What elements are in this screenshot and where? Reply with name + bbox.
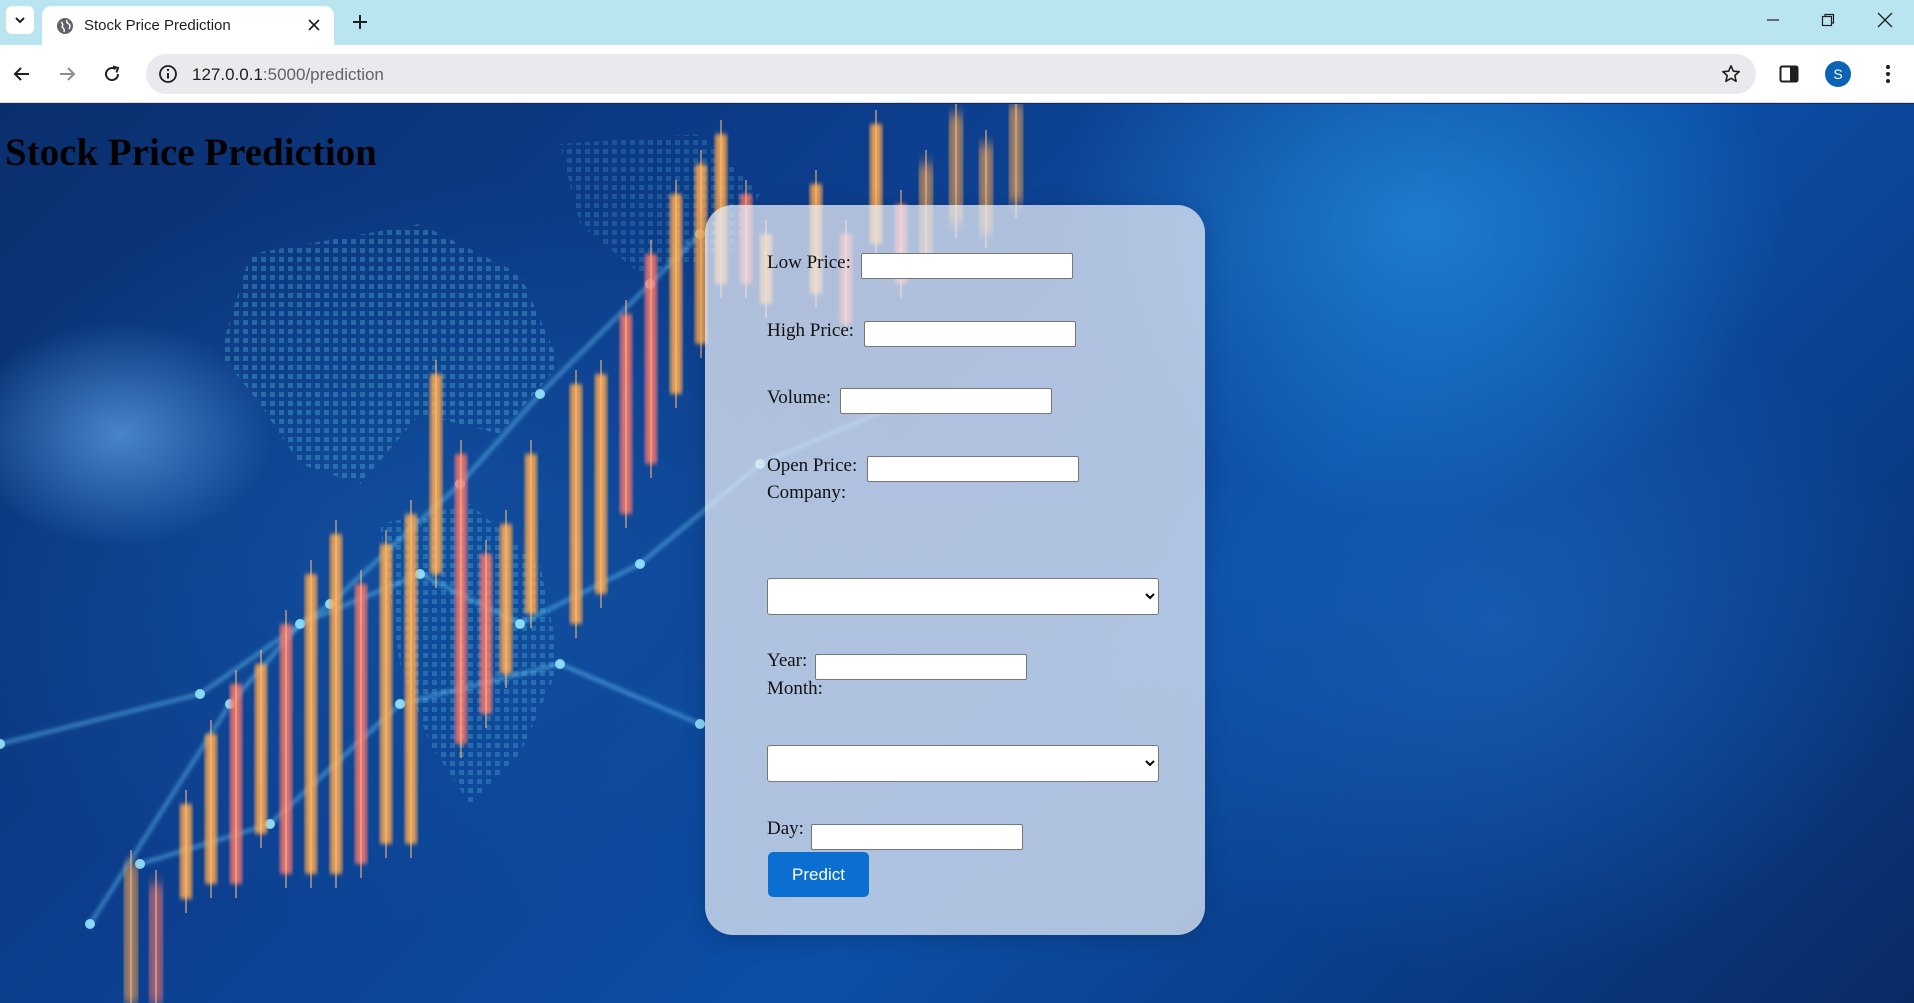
globe-icon <box>57 18 73 34</box>
trend-point <box>85 919 95 929</box>
reload-button[interactable] <box>96 58 128 90</box>
year-label: Year: <box>767 650 808 671</box>
forward-button[interactable] <box>51 58 83 90</box>
volume-input[interactable] <box>840 388 1052 414</box>
day-label: Day: <box>767 818 804 839</box>
low-price-label: Low Price: <box>767 252 851 273</box>
back-button[interactable] <box>6 58 38 90</box>
close-icon <box>1877 12 1893 28</box>
more-vertical-icon <box>1886 65 1890 83</box>
chevron-down-icon <box>15 17 25 24</box>
low-price-input[interactable] <box>861 253 1073 279</box>
close-tab-button[interactable] <box>304 15 324 35</box>
high-price-label: High Price: <box>767 320 855 341</box>
open-price-label: Open Price: <box>767 455 858 476</box>
profile-avatar[interactable]: S <box>1825 61 1851 87</box>
star-icon <box>1722 65 1740 83</box>
year-input[interactable] <box>815 654 1027 680</box>
trend-point <box>395 699 405 709</box>
tab-search-button[interactable] <box>6 6 34 34</box>
new-tab-button[interactable] <box>344 8 376 36</box>
url-text: 127.0.0.1:5000/prediction <box>192 65 384 85</box>
restore-button[interactable] <box>1808 4 1848 36</box>
address-bar[interactable]: 127.0.0.1:5000/prediction <box>146 54 1756 94</box>
trend-point <box>0 739 5 749</box>
minimize-icon <box>1767 19 1779 21</box>
trend-point <box>635 559 645 569</box>
reload-icon <box>105 65 120 82</box>
trend-point <box>695 719 705 729</box>
company-label: Company: <box>767 482 847 503</box>
predict-button[interactable]: Predict <box>768 852 869 897</box>
url-path: :5000/prediction <box>262 65 384 84</box>
active-tab[interactable]: Stock Price Prediction <box>42 6 334 45</box>
site-info-button[interactable] <box>156 62 180 86</box>
minimize-button[interactable] <box>1753 4 1793 36</box>
trend-point <box>515 619 525 629</box>
page-title: Stock Price Prediction <box>5 131 377 174</box>
url-host: 127.0.0.1 <box>192 65 263 84</box>
tab-strip: Stock Price Prediction <box>0 0 1914 45</box>
trend-point <box>535 389 545 399</box>
month-select[interactable] <box>767 745 1159 782</box>
close-window-button[interactable] <box>1865 4 1905 36</box>
trend-point <box>195 689 205 699</box>
company-select[interactable] <box>767 578 1159 615</box>
tab-title: Stock Price Prediction <box>84 17 231 34</box>
arrow-right-icon <box>60 67 76 81</box>
map-texture-shape <box>220 224 560 484</box>
side-panel-button[interactable] <box>1774 59 1804 89</box>
month-label: Month: <box>767 678 823 699</box>
close-icon <box>308 19 320 31</box>
restore-icon <box>1821 13 1835 27</box>
page-viewport: Stock Price Prediction Low Price: High P… <box>0 104 1914 1003</box>
plus-icon <box>353 15 367 29</box>
open-price-input[interactable] <box>867 456 1079 482</box>
info-icon <box>159 65 177 83</box>
side-panel-icon <box>1779 65 1799 83</box>
browser-menu-button[interactable] <box>1874 59 1902 89</box>
trend-point <box>555 659 565 669</box>
browser-toolbar: 127.0.0.1:5000/prediction S <box>0 45 1914 103</box>
arrow-left-icon <box>13 67 29 81</box>
bookmark-button[interactable] <box>1718 61 1744 87</box>
high-price-input[interactable] <box>864 321 1076 347</box>
volume-label: Volume: <box>767 387 832 408</box>
day-input[interactable] <box>811 824 1023 850</box>
